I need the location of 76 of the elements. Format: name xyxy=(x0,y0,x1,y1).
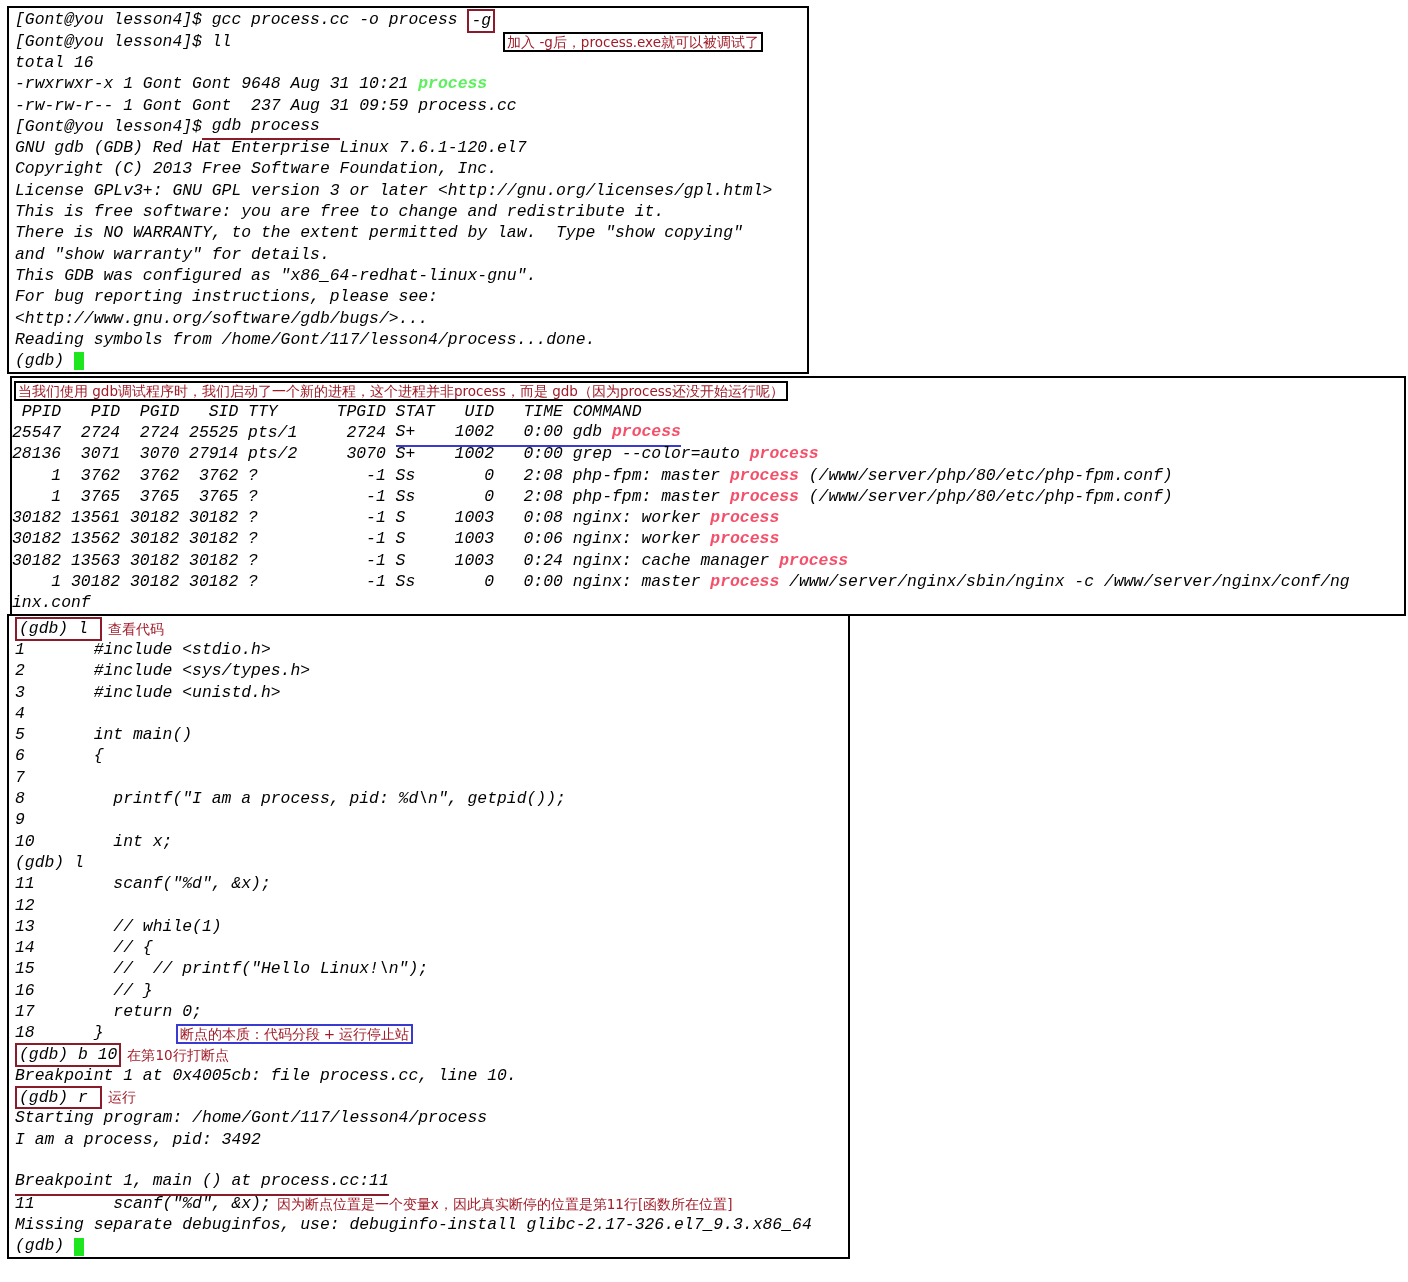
annotation: 因为断点位置是一个变量x，因此真实断停的位置是第11行[函数所在位置] xyxy=(276,1194,733,1214)
terminal-text: 1 3762 3762 3762 ? -1 Ss 0 2:08 php-fpm: master xyxy=(50,464,722,487)
terminal-text: Breakpoint 1 at 0x4005cb: file process.cc, line 10. xyxy=(15,1064,517,1087)
terminal-text: (gdb) xyxy=(15,350,66,373)
annotation: 当我们使用 gdb调试程序时，我们启动了一个新的进程，这个进程并非process，而是 gdb（因为process还没开始运行呢） xyxy=(14,380,788,401)
terminal-text: [Gont@you lesson4]$ ll xyxy=(15,30,232,53)
terminal-text: 9 xyxy=(15,809,25,832)
terminal-text: 18 } xyxy=(15,1022,104,1045)
terminal-text: Missing separate debuginfos, use: debuginfo-install glibc-2.17-326.el7_9.3.x86_64 xyxy=(15,1213,812,1236)
terminal-text: 5 int main() xyxy=(15,724,193,747)
terminal-text: 1 #include <stdio.h> xyxy=(15,638,271,661)
annotation: 加入 -g后，process.exe就可以被调试了 xyxy=(503,31,763,53)
terminal-text: Copyright (C) 2013 Free Software Foundation, Inc. xyxy=(15,158,497,181)
terminal-text: This GDB was configured as "x86_64-redhat-linux-gnu". xyxy=(15,264,537,287)
terminal-text: License GPLv3+: GNU GPL version 3 or later <http://gnu.org/licenses/gpl.html> xyxy=(15,179,773,202)
terminal-text: PPID PID PGID SID TTY TPGID STAT UID TIME COMMAND xyxy=(20,400,642,423)
terminal-text: There is NO WARRANTY, to the extent permitted by law. Type "show copying" xyxy=(15,222,743,245)
terminal-text: inx.conf xyxy=(12,592,91,615)
search-match: process xyxy=(710,571,780,594)
terminal-text: S+ 1002 0:00 gdb xyxy=(395,420,612,447)
terminal-text: 12 xyxy=(15,894,35,917)
terminal-text: [Gont@you lesson4]$ gcc process.cc -o process xyxy=(15,9,459,32)
terminal-text: total 16 xyxy=(15,51,94,74)
search-match: process xyxy=(710,507,780,530)
terminal-text: 8 printf("I am a process, pid: %d\n", getpid()); xyxy=(15,788,566,811)
terminal-text: /www/server/nginx/sbin/nginx -c /www/server/nginx/conf/ng xyxy=(788,571,1350,594)
highlighted-command: -g xyxy=(467,8,496,33)
terminal-text: 7 xyxy=(15,766,25,789)
terminal-text: 10 int x; xyxy=(15,830,173,853)
terminal-text: Starting program: /home/Gont/117/lesson4/process xyxy=(15,1107,488,1130)
terminal-text: <http://www.gnu.org/software/gdb/bugs/>... xyxy=(15,307,429,330)
search-match: process xyxy=(612,420,681,447)
highlighted-command: (gdb) r xyxy=(15,1085,102,1110)
terminal-text: 4 xyxy=(15,702,25,725)
terminal-text: (gdb) xyxy=(15,1235,66,1258)
annotation: 查看代码 xyxy=(107,619,164,639)
search-match: process xyxy=(730,485,799,508)
terminal-text: This is free software: you are free to change and redistribute it. xyxy=(15,201,665,223)
terminal-text: For bug reporting instructions, please see: xyxy=(15,286,438,309)
terminal-text: (/www/server/php/80/etc/php-fpm.conf) xyxy=(807,485,1173,508)
terminal-text: Reading symbols from /home/Gont/117/lesson4/process...done. xyxy=(15,328,596,351)
search-match: process xyxy=(779,549,849,572)
terminal-text: Breakpoint 1, main () at process.cc:11 xyxy=(15,1169,389,1196)
terminal-text: 6 { xyxy=(15,745,104,768)
terminal-text: 3 #include <unistd.h> xyxy=(15,681,281,704)
terminal-text: 14 // { xyxy=(15,937,153,960)
search-match: process xyxy=(749,443,819,466)
terminal-text: and "show warranty" for details. xyxy=(15,243,330,266)
terminal-text: 30182 13562 30182 30182 ? -1 S 1003 0:06 nginx: worker xyxy=(12,528,702,551)
terminal-text: 11 scanf("%d", &x); xyxy=(15,873,271,896)
highlighted-command: (gdb) l xyxy=(15,617,102,641)
highlighted-command: (gdb) b 10 xyxy=(15,1043,122,1067)
cursor xyxy=(74,352,85,371)
terminal-text: (/www/server/php/80/etc/php-fpm.conf) xyxy=(807,464,1173,487)
terminal-text: 30182 13561 30182 30182 ? -1 S 1003 0:08 nginx: worker xyxy=(12,507,702,530)
terminal-text: 15 // // printf("Hello Linux!\n"); xyxy=(15,958,429,981)
annotation: 运行 xyxy=(107,1088,136,1108)
terminal-text: 17 return 0; xyxy=(15,1001,202,1023)
terminal-text: [Gont@you lesson4]$ xyxy=(15,115,202,138)
cursor xyxy=(74,1237,85,1256)
annotation: 断点的本质：代码分段 + 运行停止站 xyxy=(175,1023,414,1044)
terminal-text: 2 #include <sys/types.h> xyxy=(15,660,311,683)
search-match: process xyxy=(730,464,799,487)
terminal-text: gdb process xyxy=(201,113,340,141)
terminal-text: 16 // } xyxy=(15,979,153,1002)
terminal-text: 30182 13563 30182 30182 ? -1 S 1003 0:24 nginx: cache manager xyxy=(12,549,771,572)
terminal-text: 1 3765 3765 3765 ? -1 Ss 0 2:08 php-fpm: master xyxy=(50,485,722,508)
terminal-text: (gdb) l xyxy=(15,851,84,874)
terminal-text: 1 30182 30182 30182 ? -1 Ss 0 0:00 nginx: master xyxy=(50,571,702,594)
executable-name: process xyxy=(418,73,488,96)
terminal-text: I am a process, pid: 3492 xyxy=(15,1128,261,1151)
annotation: 在第10行打断点 xyxy=(127,1045,229,1065)
terminal-text: -rwxrwxr-x 1 Gont Gont 9648 Aug 31 10:21 xyxy=(15,73,410,96)
terminal-text: 25547 2724 2724 25525 pts/1 2724 xyxy=(12,422,387,444)
search-match: process xyxy=(710,528,780,551)
terminal-text: 13 // while(1) xyxy=(15,915,222,938)
